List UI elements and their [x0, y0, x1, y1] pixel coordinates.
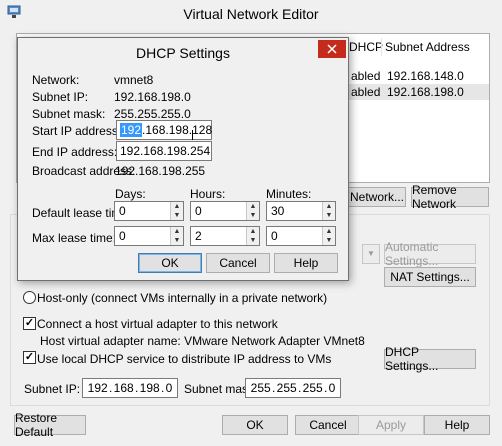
window-title: Virtual Network Editor — [183, 6, 319, 22]
ok-button[interactable]: OK — [222, 415, 288, 435]
default-lease-minutes-input[interactable]: 30 ▲ ▼ — [266, 201, 336, 221]
header-divider — [381, 38, 382, 56]
dhcp-subnet-mask-label: Subnet mask: — [32, 107, 106, 121]
column-header-dhcp[interactable]: DHCP — [349, 40, 383, 54]
remove-network-button[interactable]: Remove Network — [411, 183, 489, 211]
bridge-dropdown-arrow[interactable]: ▼ — [362, 244, 380, 264]
dhcp-subnet-mask-value: 255.255.255.0 — [114, 107, 191, 121]
cancel-button[interactable]: Cancel — [295, 415, 361, 435]
apply-button[interactable]: Apply — [358, 415, 424, 435]
connect-adapter-label[interactable]: Connect a host virtual adapter to this n… — [37, 317, 278, 331]
dhcp-cancel-button[interactable]: Cancel — [206, 253, 270, 273]
adapter-name-label: Host virtual adapter name: VMware Networ… — [40, 334, 365, 348]
add-network-button[interactable]: Network... — [348, 187, 406, 207]
row-subnet: 192.168.198.0 — [387, 85, 464, 99]
row-dhcp: abled — [351, 85, 381, 99]
network-label: Network: — [32, 73, 80, 87]
spin-buttons[interactable]: ▲ ▼ — [170, 202, 183, 220]
minutes-label: Minutes: — [266, 187, 312, 201]
nat-settings-button[interactable]: NAT Settings... — [384, 267, 476, 287]
spin-buttons[interactable]: ▲ ▼ — [322, 227, 335, 245]
start-ip-input[interactable]: 192. 168. 198. 128 — [116, 120, 212, 140]
subnet-ip-label: Subnet IP: — [24, 382, 81, 396]
dhcp-settings-button[interactable]: DHCP Settings... — [384, 345, 476, 373]
help-button[interactable]: Help — [424, 415, 490, 435]
subnet-mask-input[interactable]: 255. 255. 255. 0 — [245, 378, 341, 398]
title-bar: Virtual Network Editor — [0, 0, 502, 28]
default-lease-days-input[interactable]: 0 ▲ ▼ — [114, 201, 184, 221]
use-dhcp-checkbox[interactable]: ✓ — [23, 351, 36, 364]
dhcp-subnet-ip-label: Subnet IP: — [32, 90, 89, 104]
hours-label: Hours: — [190, 187, 226, 201]
dhcp-title: DHCP Settings — [136, 45, 230, 61]
spin-buttons[interactable]: ▲ ▼ — [322, 202, 335, 220]
start-ip-label: Start IP address: — [32, 124, 122, 138]
days-label: Days: — [115, 187, 146, 201]
dhcp-subnet-ip-value: 192.168.198.0 — [114, 90, 191, 104]
broadcast-value: 192.168.198.255 — [115, 164, 206, 178]
network-value: vmnet8 — [114, 73, 154, 87]
row-subnet: 192.168.148.0 — [387, 69, 464, 83]
column-header-subnet[interactable]: Subnet Address — [385, 40, 470, 54]
close-button[interactable] — [318, 40, 346, 58]
dhcp-help-button[interactable]: Help — [274, 253, 338, 273]
dhcp-title-bar: DHCP Settings — [18, 38, 348, 66]
dhcp-dialog: DHCP Settings Network: vmnet8 Subnet IP:… — [17, 37, 349, 281]
max-lease-minutes-input[interactable]: 0 ▲ ▼ — [266, 226, 336, 246]
max-lease-hours-input[interactable]: 2 ▲ ▼ — [190, 226, 260, 246]
restore-default-button[interactable]: Restore Default — [14, 411, 86, 439]
end-ip-input[interactable]: 192. 168. 198. 254 — [116, 141, 212, 161]
text-cursor-icon — [192, 130, 193, 140]
check-icon: ✓ — [24, 317, 35, 329]
max-lease-label: Max lease time: — [32, 231, 117, 245]
use-dhcp-label[interactable]: Use local DHCP service to distribute IP … — [37, 352, 331, 366]
automatic-settings-button[interactable]: Automatic Settings... — [384, 240, 476, 268]
subnet-ip-input[interactable]: 192. 168. 198. 0 — [82, 378, 178, 398]
close-icon — [327, 44, 337, 54]
check-icon: ✓ — [24, 351, 35, 363]
spin-buttons[interactable]: ▲ ▼ — [246, 202, 259, 220]
host-only-label[interactable]: Host-only (connect VMs internally in a p… — [37, 291, 327, 305]
spin-buttons[interactable]: ▲ ▼ — [170, 227, 183, 245]
connect-adapter-checkbox[interactable]: ✓ — [23, 317, 36, 330]
dhcp-ok-button[interactable]: OK — [138, 253, 202, 273]
row-dhcp: abled — [351, 69, 381, 83]
start-ip-octet-selected: 192 — [120, 123, 143, 137]
spin-buttons[interactable]: ▲ ▼ — [246, 227, 259, 245]
default-lease-hours-input[interactable]: 0 ▲ ▼ — [190, 201, 260, 221]
host-only-radio[interactable] — [23, 291, 36, 304]
end-ip-label: End IP address: — [32, 145, 118, 159]
max-lease-days-input[interactable]: 0 ▲ ▼ — [114, 226, 184, 246]
